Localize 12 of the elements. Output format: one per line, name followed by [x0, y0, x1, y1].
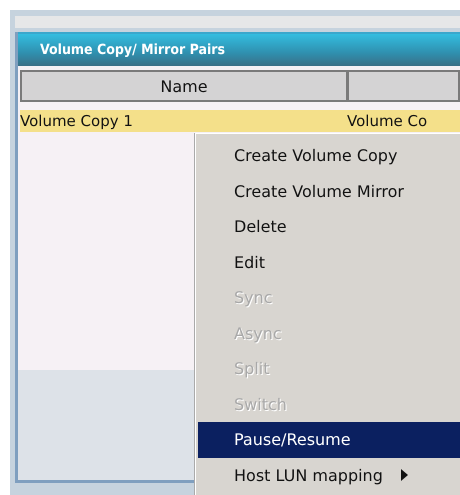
table-cell-text: Volume Copy 1: [20, 111, 134, 132]
column-header[interactable]: Name: [20, 70, 347, 102]
table-cell-text: Volume Co: [347, 111, 428, 132]
menu-item[interactable]: Create Volume Copy: [198, 138, 460, 174]
panel-title: Volume Copy/ Mirror Pairs: [40, 42, 225, 58]
table-row[interactable]: Volume Copy 1 Volume Co: [20, 110, 460, 132]
menu-item[interactable]: Host LUN mapping: [198, 458, 460, 493]
menu-item[interactable]: Edit: [198, 244, 460, 280]
menu-item[interactable]: Create Volume Mirror: [198, 174, 460, 209]
menu-item[interactable]: Delete: [198, 209, 460, 244]
column-header[interactable]: [347, 70, 460, 102]
menu-item[interactable]: Pause/Resume: [198, 422, 460, 458]
